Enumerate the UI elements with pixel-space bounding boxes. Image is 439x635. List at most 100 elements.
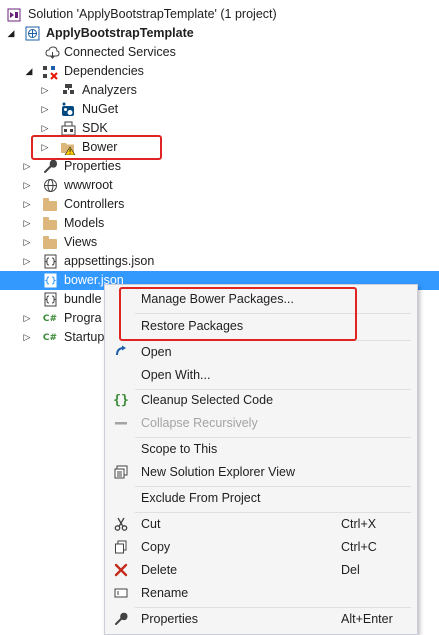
collapse-icon [113,415,129,431]
dependencies-icon [42,64,58,80]
delete-x-icon [113,562,129,578]
menu-item-shortcut: Ctrl+X [341,517,377,531]
menu-item-copy[interactable]: Copy Ctrl+C [105,536,417,558]
collapsed-arrow-icon[interactable]: ▷ [22,237,32,247]
menu-item-label: Manage Bower Packages... [141,292,294,306]
tree-item-models[interactable]: ▷ Models [0,214,439,233]
tree-item-controllers[interactable]: ▷ Controllers [0,195,439,214]
solution-icon [6,7,22,23]
menu-item-label: Scope to This [141,442,218,456]
tree-item-label: wwwroot [64,178,113,192]
tree-item-appsettings[interactable]: ▷ appsettings.json [0,252,439,271]
tree-item-label: Models [64,216,105,230]
menu-item-manage-bower-packages[interactable]: Manage Bower Packages... [105,288,417,310]
tree-item-label: Bower [82,140,118,154]
menu-item-scope-to-this[interactable]: Scope to This [105,438,417,460]
menu-item-delete[interactable]: Delete Del [105,559,417,581]
json-file-icon [42,254,58,270]
collapsed-arrow-icon[interactable]: ▷ [22,161,32,171]
collapsed-arrow-icon[interactable]: ▷ [40,85,50,95]
menu-item-open[interactable]: Open [105,341,417,363]
tree-item-label: Progra [64,311,102,325]
menu-item-label: Restore Packages [141,319,244,333]
menu-item-rename[interactable]: Rename [105,582,417,604]
collapsed-arrow-icon[interactable]: ▷ [40,123,50,133]
analyzers-icon [60,83,76,99]
menu-item-label: Cut [141,517,161,531]
tree-item-views[interactable]: ▷ Views [0,233,439,252]
menu-item-shortcut: Alt+Enter [341,612,393,626]
rename-icon [113,585,129,601]
menu-item-cleanup-selected-code[interactable]: {} Cleanup Selected Code [105,389,417,411]
bower-warning-folder-icon [60,140,76,156]
tree-item-wwwroot[interactable]: ▷ wwwroot [0,176,439,195]
wrench-icon [42,159,58,175]
tree-item-label: bundle [64,292,102,306]
nuget-icon [60,102,76,118]
menu-item-label: Delete [141,563,178,577]
collapsed-arrow-icon[interactable]: ▷ [22,218,32,228]
tree-item-label: Analyzers [82,83,137,97]
context-menu: Manage Bower Packages... Restore Package… [104,284,418,635]
folder-icon [42,197,58,213]
menu-item-label: Collapse Recursively [141,416,258,430]
tree-item-properties[interactable]: ▷ Properties [0,157,439,176]
menu-item-label: Exclude From Project [141,491,261,505]
menu-item-label: Rename [141,586,189,600]
tree-item-label: Startup [64,330,105,344]
collapsed-arrow-icon[interactable]: ▷ [22,332,32,342]
menu-item-collapse-recursively[interactable]: Collapse Recursively [105,412,417,434]
menu-item-open-with[interactable]: Open With... [105,364,417,386]
tree-item-label: SDK [82,121,108,135]
tree-item-bower[interactable]: ▷ Bower [0,138,439,157]
menu-item-shortcut: Del [341,563,360,577]
menu-item-cut[interactable]: Cut Ctrl+X [105,513,417,535]
expanded-arrow-icon[interactable]: ◢ [24,66,34,76]
menu-item-label: Cleanup Selected Code [141,393,274,407]
collapsed-arrow-icon[interactable]: ▷ [22,180,32,190]
tree-item-connected-services[interactable]: Connected Services [0,43,439,62]
csharp-file-icon: C# [42,313,58,324]
globe-icon [42,178,58,194]
tree-item-analyzers[interactable]: ▷ Analyzers [0,81,439,100]
tree-item-label: appsettings.json [64,254,155,268]
menu-item-shortcut: Ctrl+C [341,540,377,554]
tree-item-label: ApplyBootstrapTemplate [46,26,194,40]
scissors-icon [113,516,129,532]
tree-item-nuget[interactable]: ▷ NuGet [0,100,439,119]
menu-item-label: New Solution Explorer View [141,465,296,479]
tree-item-label: Properties [64,159,121,173]
tree-item-project[interactable]: ◢ ApplyBootstrapTemplate [0,24,439,43]
tree-item-label: Solution 'ApplyBootstrapTemplate' (1 pro… [28,7,277,21]
tree-item-dependencies[interactable]: ◢ Dependencies [0,62,439,81]
menu-item-exclude-from-project[interactable]: Exclude From Project [105,487,417,509]
menu-item-properties[interactable]: Properties Alt+Enter [105,608,417,630]
collapsed-arrow-icon[interactable]: ▷ [22,256,32,266]
tree-item-label: Connected Services [64,45,176,59]
tree-item-label: Views [64,235,98,249]
new-view-icon [113,464,129,480]
menu-separator [135,313,411,314]
menu-item-new-solution-explorer-view[interactable]: New Solution Explorer View [105,461,417,483]
copy-icon [113,539,129,555]
folder-icon [42,235,58,251]
tree-item-label: Controllers [64,197,125,211]
json-file-icon [42,292,58,308]
json-file-icon [42,273,58,289]
menu-item-label: Properties [141,612,198,626]
folder-icon [42,216,58,232]
braces-icon: {} [113,392,129,408]
tree-item-label: Dependencies [64,64,144,78]
tree-item-solution[interactable]: Solution 'ApplyBootstrapTemplate' (1 pro… [0,5,439,24]
expanded-arrow-icon[interactable]: ◢ [6,28,16,38]
collapsed-arrow-icon[interactable]: ▷ [22,313,32,323]
collapsed-arrow-icon[interactable]: ▷ [40,104,50,114]
menu-item-label: Open With... [141,368,211,382]
tree-item-sdk[interactable]: ▷ SDK [0,119,439,138]
sdk-icon [60,121,76,137]
open-arrow-icon [113,344,129,360]
menu-item-restore-packages[interactable]: Restore Packages [105,315,417,337]
collapsed-arrow-icon[interactable]: ▷ [22,199,32,209]
tree-item-label: NuGet [82,102,119,116]
collapsed-arrow-icon[interactable]: ▷ [40,142,50,152]
